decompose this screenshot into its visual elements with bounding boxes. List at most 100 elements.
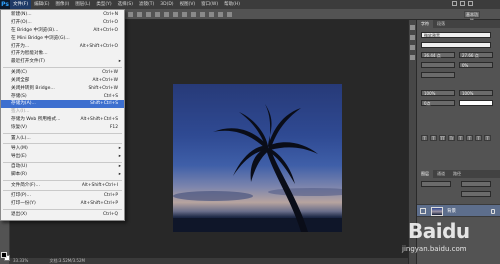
file-menu-item[interactable]: 打印一份(Y) Alt+Shift+Ctrl+P	[1, 200, 124, 208]
tab-layers[interactable]: 图层	[417, 170, 433, 178]
opacity-field[interactable]	[461, 181, 491, 187]
align-icon[interactable]	[137, 12, 142, 17]
vertical-scale-field[interactable]: 100%	[421, 90, 455, 96]
file-menu-item[interactable]: 存储为(A)... Shift+Ctrl+S	[1, 100, 124, 109]
file-menu-item[interactable]: 导入(M) ▸	[1, 145, 124, 153]
menu-item-label: 置入(L)...	[11, 135, 31, 141]
file-menu-item[interactable]: 在 Mini Bridge 中浏览(G)...	[1, 35, 124, 43]
menu-item-label: 打开(O)...	[11, 19, 32, 25]
watermark-logo: Baidu	[408, 219, 470, 243]
superscript-button[interactable]: T	[457, 135, 464, 141]
file-menu-item[interactable]: 脚本(R) ▸	[1, 171, 124, 179]
layer-row[interactable]: 背景	[417, 204, 500, 217]
align-icon[interactable]	[155, 12, 160, 17]
character-panel-icon[interactable]	[410, 45, 415, 50]
document-image[interactable]	[173, 84, 342, 232]
menu-6[interactable]: 滤镜(T)	[136, 0, 157, 9]
menu-7[interactable]: 3D(D)	[157, 0, 176, 9]
layers-tabs: 图层 通道 路径	[417, 170, 500, 178]
maximize-icon[interactable]	[460, 1, 465, 6]
horizontal-scale-field[interactable]: 100%	[459, 90, 493, 96]
distribute-icon[interactable]	[200, 12, 205, 17]
menu-item-label: 签入(I)...	[11, 109, 30, 115]
file-menu-item[interactable]: 关闭并转到 Bridge... Shift+Ctrl+W	[1, 85, 124, 93]
workspace-switcher[interactable]: 基本功能	[464, 11, 480, 23]
percent-field[interactable]	[421, 72, 455, 78]
file-menu-item[interactable]: 存储(S) Ctrl+S	[1, 93, 124, 101]
menu-bar: Ps 文件(F) 编辑(E) 图像(I) 图层(L) 类型(Y) 选择(S) 滤镜(T) 3D…	[0, 0, 500, 9]
menu-item-label: 最近打开文件(T)	[11, 59, 45, 65]
color-field[interactable]	[459, 100, 493, 106]
tracking-value: 0%	[462, 63, 469, 68]
vertical-scale-value: 100%	[424, 91, 436, 96]
align-icon[interactable]	[173, 12, 178, 17]
properties-panel-icon[interactable]	[410, 35, 415, 40]
faux-italic-button[interactable]: T	[430, 135, 437, 141]
align-icon[interactable]	[164, 12, 169, 17]
file-menu-item[interactable]: 新建(N)... Ctrl+N	[1, 11, 124, 19]
submenu-arrow-icon: ▸	[118, 164, 121, 170]
character-panel-tabs: 字符 段落	[417, 20, 500, 28]
file-menu-item[interactable]: 关闭全部 Alt+Ctrl+W	[1, 77, 124, 85]
file-menu-item[interactable]: 自动(U) ▸	[1, 163, 124, 171]
minimize-icon[interactable]	[452, 1, 457, 6]
font-style-field[interactable]	[421, 42, 491, 48]
menu-2[interactable]: 图像(I)	[52, 0, 72, 9]
distribute-icon[interactable]	[218, 12, 223, 17]
font-family-field[interactable]: 微软雅黑	[421, 32, 491, 38]
distribute-icon[interactable]	[227, 12, 232, 17]
tab-paths[interactable]: 路径	[449, 170, 465, 178]
strikethrough-button[interactable]: T	[484, 135, 491, 141]
file-menu-item[interactable]: 在 Bridge 中浏览(B)... Alt+Ctrl+O	[1, 27, 124, 35]
blend-mode-select[interactable]	[421, 181, 451, 187]
menu-0[interactable]: 文件(F)	[10, 0, 32, 9]
menu-5[interactable]: 选择(S)	[115, 0, 136, 9]
align-icon[interactable]	[128, 12, 133, 17]
file-menu-item[interactable]: 打开为智能对象...	[1, 50, 124, 58]
menu-10[interactable]: 帮助(H)	[221, 0, 243, 9]
all-caps-button[interactable]: TT	[439, 135, 446, 141]
file-menu-item[interactable]: 打开为... Alt+Shift+Ctrl+O	[1, 43, 124, 51]
file-menu-item[interactable]: 打印(P)... Ctrl+P	[1, 192, 124, 200]
foreground-color-swatch[interactable]	[1, 252, 7, 258]
baseline-field[interactable]: 0点	[421, 100, 455, 106]
distribute-icon[interactable]	[182, 12, 187, 17]
menu-9[interactable]: 窗口(W)	[198, 0, 221, 9]
leading-field[interactable]: 27.66 点	[459, 52, 493, 58]
file-menu-item[interactable]: 退出(X) Ctrl+Q	[1, 211, 124, 219]
distribute-icon[interactable]	[191, 12, 196, 17]
tab-paragraph[interactable]: 段落	[433, 20, 449, 28]
file-menu-item[interactable]: 打开(O)... Ctrl+O	[1, 19, 124, 27]
file-menu-item[interactable]: 导出(E) ▸	[1, 153, 124, 161]
align-icon[interactable]	[146, 12, 151, 17]
subscript-button[interactable]: T	[466, 135, 473, 141]
file-menu-item[interactable]: 最近打开文件(T) ▸	[1, 58, 124, 66]
tracking-field[interactable]: 0%	[459, 62, 493, 68]
tab-character[interactable]: 字符	[417, 20, 433, 28]
file-menu-item[interactable]: 关闭(C) Ctrl+W	[1, 69, 124, 77]
menu-3[interactable]: 图层(L)	[72, 0, 93, 9]
menu-1[interactable]: 编辑(E)	[31, 0, 52, 9]
menu-8[interactable]: 视图(V)	[177, 0, 199, 9]
menu-item-shortcut: Ctrl+P	[103, 193, 118, 199]
small-caps-button[interactable]: Tr	[448, 135, 455, 141]
paragraph-panel-icon[interactable]	[410, 55, 415, 60]
menu-4[interactable]: 类型(Y)	[93, 0, 114, 9]
kerning-field[interactable]	[421, 62, 455, 68]
font-size-field[interactable]: 36.44 点	[421, 52, 455, 58]
history-panel-icon[interactable]	[410, 25, 415, 30]
file-menu-item[interactable]: 恢复(V) F12	[1, 124, 124, 132]
file-menu-item[interactable]: 置入(L)...	[1, 135, 124, 143]
font-size-value: 36.44 点	[424, 53, 441, 58]
file-menu-item[interactable]: 存储为 Web 所用格式... Alt+Shift+Ctrl+S	[1, 116, 124, 124]
eye-icon[interactable]	[420, 208, 426, 214]
tab-channels[interactable]: 通道	[433, 170, 449, 178]
fill-field[interactable]	[461, 191, 491, 197]
faux-bold-button[interactable]: T	[421, 135, 428, 141]
distribute-icon[interactable]	[209, 12, 214, 17]
underline-button[interactable]: T	[475, 135, 482, 141]
close-icon[interactable]	[468, 1, 473, 6]
file-menu-item[interactable]: 文件简介(F)... Alt+Shift+Ctrl+I	[1, 182, 124, 190]
menu-item-label: 导入(M)	[11, 146, 28, 152]
zoom-level[interactable]: 33.33%	[13, 258, 28, 263]
